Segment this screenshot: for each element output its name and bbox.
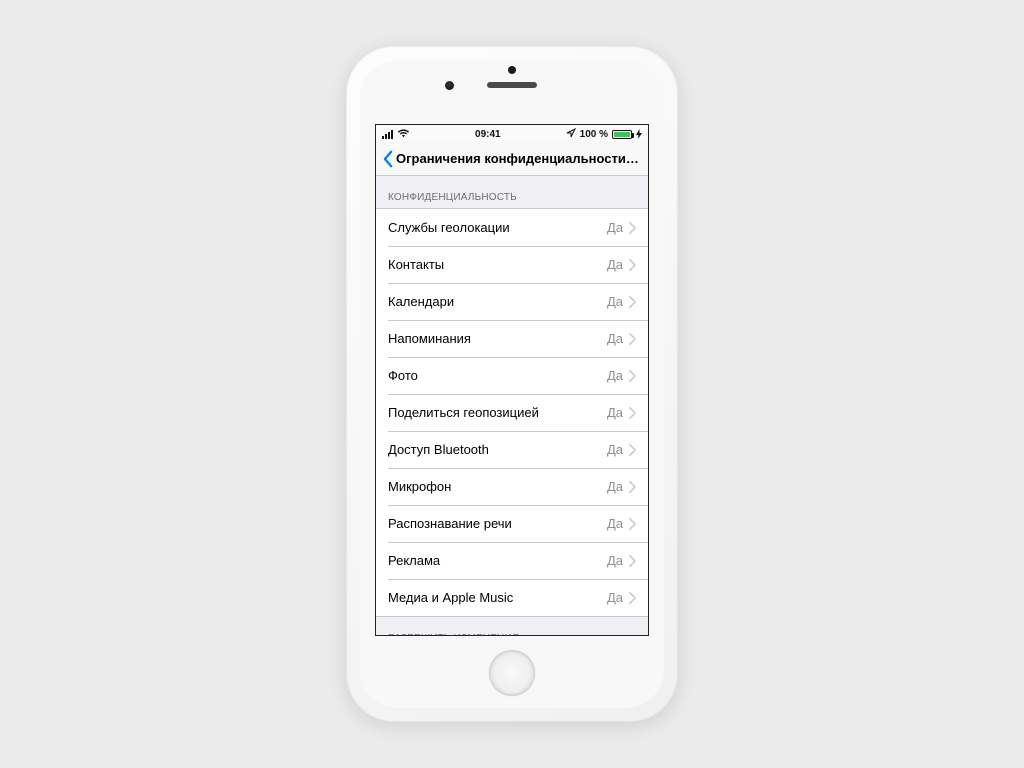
row-label: Контакты: [388, 257, 607, 272]
row-location-services[interactable]: Службы геолокации Да: [376, 209, 648, 246]
row-advertising[interactable]: Реклама Да: [376, 542, 648, 579]
wifi-icon: [397, 129, 410, 141]
row-value: Да: [607, 479, 623, 494]
chevron-right-icon: [629, 444, 636, 456]
row-reminders[interactable]: Напоминания Да: [376, 320, 648, 357]
proximity-sensor: [508, 66, 516, 74]
row-label: Микрофон: [388, 479, 607, 494]
row-value: Да: [607, 442, 623, 457]
navigation-bar: Ограничения конфиденциальности и...: [376, 142, 648, 176]
row-label: Службы геолокации: [388, 220, 607, 235]
front-camera: [445, 81, 454, 90]
row-speech-recognition[interactable]: Распознавание речи Да: [376, 505, 648, 542]
section-header-allow-changes: РАЗРЕШИТЬ ИЗМЕНЕНИЯ: [376, 617, 648, 635]
row-microphone[interactable]: Микрофон Да: [376, 468, 648, 505]
row-label: Фото: [388, 368, 607, 383]
section-header-privacy: КОНФИДЕНЦИАЛЬНОСТЬ: [376, 176, 648, 208]
row-photos[interactable]: Фото Да: [376, 357, 648, 394]
row-label: Напоминания: [388, 331, 607, 346]
chevron-right-icon: [629, 222, 636, 234]
privacy-list: Службы геолокации Да Контакты Да Календа…: [376, 208, 648, 617]
chevron-left-icon: [383, 150, 394, 168]
row-label: Распознавание речи: [388, 516, 607, 531]
phone-body: 09:41 100 %: [360, 60, 664, 708]
battery-icon: [612, 130, 632, 139]
row-value: Да: [607, 220, 623, 235]
row-value: Да: [607, 590, 623, 605]
row-value: Да: [607, 553, 623, 568]
row-label: Календари: [388, 294, 607, 309]
row-label: Реклама: [388, 553, 607, 568]
chevron-right-icon: [629, 518, 636, 530]
page-title: Ограничения конфиденциальности и...: [396, 151, 642, 166]
chevron-right-icon: [629, 259, 636, 271]
battery-percentage: 100 %: [580, 129, 608, 140]
row-calendars[interactable]: Календари Да: [376, 283, 648, 320]
row-value: Да: [607, 294, 623, 309]
row-value: Да: [607, 331, 623, 346]
chevron-right-icon: [629, 296, 636, 308]
chevron-right-icon: [629, 333, 636, 345]
cellular-signal-icon: [382, 130, 393, 139]
row-media-apple-music[interactable]: Медиа и Apple Music Да: [376, 579, 648, 616]
row-label: Поделиться геопозицией: [388, 405, 607, 420]
phone-top-hardware: [487, 82, 537, 88]
chevron-right-icon: [629, 592, 636, 604]
row-bluetooth[interactable]: Доступ Bluetooth Да: [376, 431, 648, 468]
back-button[interactable]: [382, 149, 394, 169]
earpiece-speaker: [487, 82, 537, 88]
screen: 09:41 100 %: [375, 124, 649, 636]
phone-frame: 09:41 100 %: [346, 46, 678, 722]
status-bar: 09:41 100 %: [376, 125, 648, 142]
charging-icon: [636, 129, 642, 141]
row-label: Доступ Bluetooth: [388, 442, 607, 457]
location-icon: [566, 128, 576, 141]
row-value: Да: [607, 257, 623, 272]
chevron-right-icon: [629, 481, 636, 493]
settings-content[interactable]: КОНФИДЕНЦИАЛЬНОСТЬ Службы геолокации Да …: [376, 176, 648, 635]
row-value: Да: [607, 516, 623, 531]
row-value: Да: [607, 368, 623, 383]
row-label: Медиа и Apple Music: [388, 590, 607, 605]
chevron-right-icon: [629, 407, 636, 419]
status-time: 09:41: [475, 129, 501, 140]
row-contacts[interactable]: Контакты Да: [376, 246, 648, 283]
chevron-right-icon: [629, 370, 636, 382]
home-button[interactable]: [489, 650, 535, 696]
chevron-right-icon: [629, 555, 636, 567]
row-share-location[interactable]: Поделиться геопозицией Да: [376, 394, 648, 431]
row-value: Да: [607, 405, 623, 420]
